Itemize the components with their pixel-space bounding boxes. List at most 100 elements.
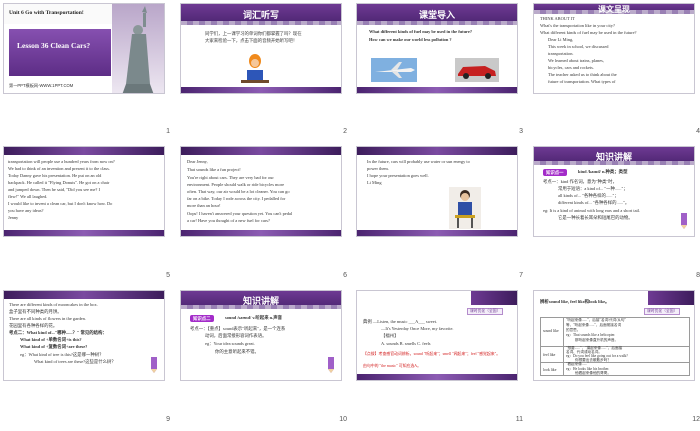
footer-bar: [357, 230, 517, 236]
body-line: future of transportation. What types of: [548, 79, 616, 84]
body-line: eg：Your idea sounds great.: [205, 341, 255, 346]
slide-number: 5: [166, 272, 170, 279]
slide-number: 3: [519, 128, 523, 135]
statue-of-liberty-image: [112, 4, 164, 93]
body-line: environment. People should walk or ride …: [187, 182, 285, 187]
footer-bar: [357, 87, 517, 93]
pencil-icon: [151, 357, 157, 373]
body-line: 考点一：kind 作名词，意为"种类"时，: [543, 179, 617, 184]
body-line: 花园里有各种各样的花。: [9, 323, 58, 328]
slide-title: 课堂导入: [418, 10, 455, 20]
body-line: What kind of +复数名词+are these?: [20, 344, 88, 349]
slide-thumbnail-1[interactable]: Unit 6 Go with Transportation! Lesson 36…: [3, 3, 165, 94]
slide-title: 知识讲解: [595, 152, 632, 162]
slide-thumbnail-4[interactable]: 课文呈现 THINK ABOUT IT What's the transport…: [533, 3, 695, 94]
body-line: 你的主意听起来不错。: [215, 349, 259, 354]
body-line: Oops! I haven't answered your question y…: [187, 211, 293, 216]
title-band: 知识讲解: [534, 147, 694, 165]
row-divider: [541, 362, 689, 363]
body-line: eg：What kind of tree is this?这是哪一种树？: [20, 352, 104, 357]
slide-number: 1: [166, 128, 170, 135]
body-line: transportation will people use a hundred…: [8, 159, 115, 164]
top-stripe: [4, 147, 164, 155]
slide-thumbnail-2[interactable]: 词汇听写 同学们，上一课学习的单词你们都掌握了吗？现在 大家来检验一下，点击下面…: [180, 3, 342, 94]
title-band: 知识讲解: [181, 291, 341, 309]
body-line: Dear Jenny,: [187, 159, 208, 164]
footer-bar: [357, 374, 517, 380]
footer-bar: [181, 230, 341, 236]
body-line: We learned about trains, planes,: [548, 58, 604, 63]
body-line: I would like to invent a clean car, but …: [8, 201, 113, 206]
slide-number: 6: [343, 272, 347, 279]
slide-thumbnail-6[interactable]: Dear Jenny, That sounds like a fun proje…: [180, 146, 342, 237]
body-line: Jenny: [8, 215, 19, 220]
pencil-icon: [681, 213, 687, 229]
body-line: 【福州】: [381, 333, 399, 338]
unit-title: Unit 6 Go with Transportation!: [9, 10, 84, 16]
slide-number: 2: [343, 128, 347, 135]
body-line: 常用于短语：a kind of... "一种......"；: [558, 186, 628, 191]
title-band: 词汇听写: [181, 4, 341, 25]
body-line: Li Ming: [367, 180, 382, 185]
slide-number: 8: [696, 272, 700, 279]
slide-thumbnail-7[interactable]: In the future, cars will probably use wa…: [356, 146, 518, 237]
person-on-chair-image: [449, 187, 481, 229]
red-car-image: [455, 58, 499, 82]
body-line: Dear Li Ming,: [548, 37, 574, 42]
body-line: What different kinds of fuel may be used…: [540, 30, 637, 35]
title-band: 课文呈现: [534, 4, 694, 14]
body-line: you have any ideas?: [8, 208, 44, 213]
body-line: often. That way, our air would be a lot …: [187, 189, 290, 194]
body-line: 它是一种长着长耳朵和短尾巴的动物。: [558, 215, 633, 220]
body-line: This week in school, we discussed: [548, 44, 609, 49]
slide-number: 4: [696, 128, 700, 135]
airplane-image: [371, 58, 417, 82]
body-line: You're right about cars. They are very b…: [187, 175, 274, 180]
site-watermark: 第一PPT模板网-WWW.1PPT.COM: [9, 83, 74, 88]
body-line: flew!" We all laughed.: [8, 194, 48, 199]
body-line: What different kinds of fuel may be used…: [369, 29, 473, 34]
body-line: Today Danny gave his presentation. He pu…: [8, 173, 102, 178]
slide-thumbnail-5[interactable]: transportation will people use a hundred…: [3, 146, 165, 237]
body-line: different kinds of... "各种各样的......"。: [558, 200, 630, 205]
slide-thumbnail-10[interactable]: 知识讲解 知识点二 sound /saʊnd/ v.听起来 n.声音 考点一：【…: [180, 290, 342, 381]
slide-number: 7: [519, 272, 523, 279]
body-line: a car! Have you thought of a new fuel fo…: [187, 218, 270, 223]
body-line: more than an hour!: [187, 203, 221, 208]
key-point-heading: sound /saʊnd/ v.听起来 n.声音: [225, 315, 283, 320]
body-line: 典例 —Listen, the music ___A___ sweet.: [363, 319, 438, 324]
slide-thumbnail-8[interactable]: 知识讲解 知识点一 kind /kaɪnd/ n.种类；类型 考点一：kind …: [533, 146, 695, 237]
key-point-badge: 知识点一: [543, 169, 567, 176]
top-stripe: [4, 291, 164, 299]
body-line: transportation.: [548, 51, 574, 56]
row-label: sound like: [543, 329, 559, 333]
body-line: eg: It is a kind of animal with long ear…: [543, 208, 641, 213]
slide-title: 知识讲解: [242, 296, 279, 306]
footer-bar: [4, 230, 164, 236]
top-stripe: [181, 147, 341, 155]
body-line: 同学们，上一课学习的单词你们都掌握了吗？现在: [205, 31, 302, 36]
slide-thumbnail-3[interactable]: 课堂导入 What different kinds of fuel may be…: [356, 3, 518, 94]
body-line: 大家来检验一下，点击下面的音频开始听写吧！: [205, 38, 298, 43]
slide-thumbnail-9[interactable]: There are different kinds of mooncakes i…: [3, 290, 165, 381]
body-line: What kind of trees are these?这些是什么树？: [34, 359, 116, 364]
body-line: bicycles, cars and rockets.: [548, 65, 594, 70]
body-line: That sounds like a fun project!: [187, 167, 241, 172]
slide-title: 词汇听写: [242, 10, 279, 20]
body-line: In the future, cars will probably use wa…: [367, 159, 470, 164]
row-text: 那听起来像直升机的声音。: [575, 338, 619, 342]
body-line: I hope your presentation goes well.: [367, 173, 429, 178]
body-line: We had to think of an invention and pres…: [8, 166, 110, 171]
row-label: feel like: [543, 353, 556, 357]
body-line: —It's Yesterday Once More, my favorite.: [381, 326, 454, 331]
hint-line: 【点拨】考查感官动词辨析。sound "听起来"；smell "闻起来"；fee…: [363, 352, 501, 356]
key-point-heading: kind /kaɪnd/ n.种类；类型: [578, 169, 628, 174]
body-line: all kinds of... "各种各样的......"；: [558, 193, 619, 198]
body-line: power them.: [367, 166, 389, 171]
slide-thumbnail-12[interactable]: 课时优化（全国） 辨析sound like, feel like和look li…: [533, 290, 695, 381]
slide-thumbnail-11[interactable]: 课时优化（全国） 典例 —Listen, the music ___A___ s…: [356, 290, 518, 381]
corner-band: [648, 291, 694, 305]
body-line: far on a bike. Today I rode across the c…: [187, 196, 286, 201]
body-line: 考点二：What kind of..."哪种......？" 常见的结构：: [9, 330, 107, 335]
body-line: A. sounds B. smells C. feels: [381, 341, 431, 346]
